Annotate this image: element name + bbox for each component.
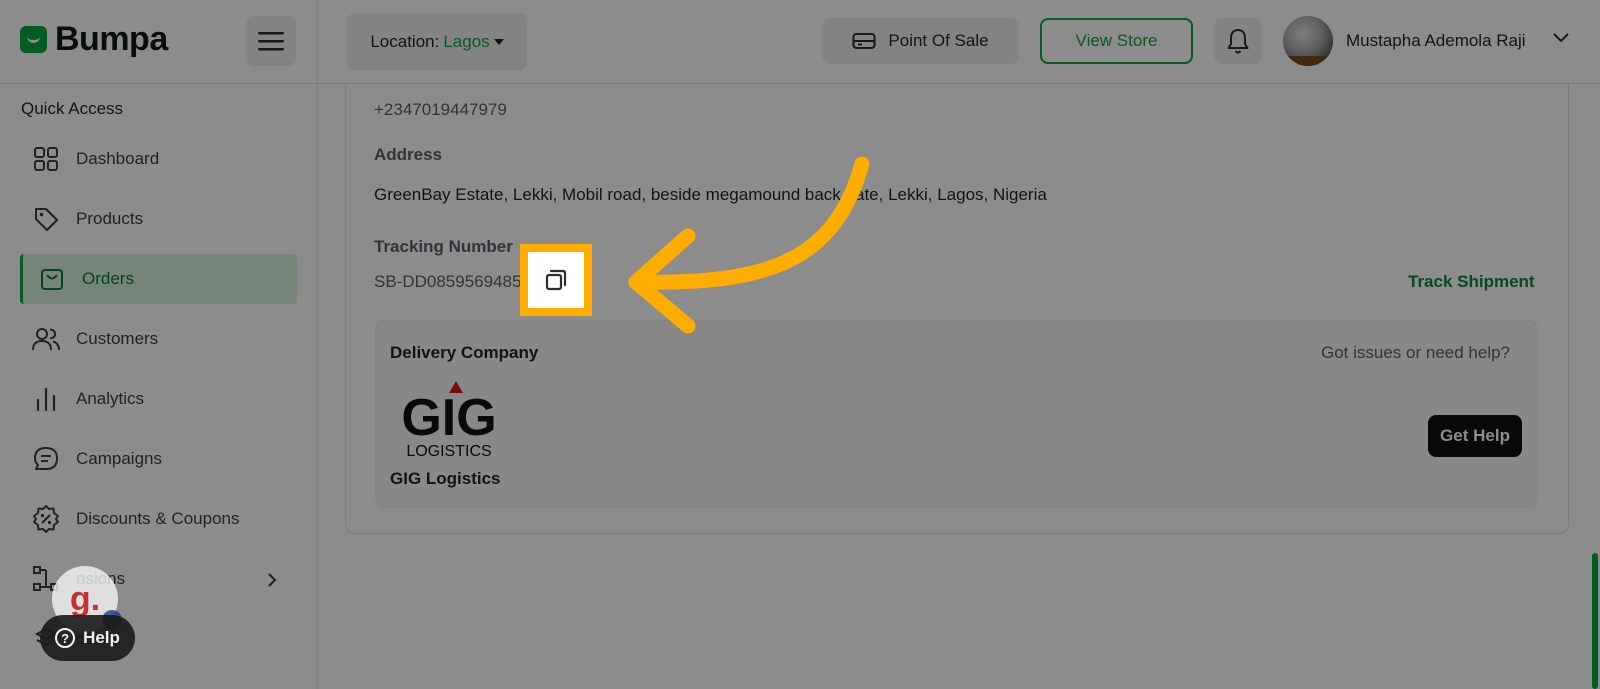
sidebar-item-products[interactable]: Products xyxy=(20,194,297,244)
sidebar-item-label: Customers xyxy=(76,329,159,348)
sidebar-divider xyxy=(317,0,318,689)
view-store-button[interactable]: View Store xyxy=(1040,18,1193,64)
tracking-number-label: Tracking Number xyxy=(374,237,513,256)
sidebar-item-orders[interactable]: Orders xyxy=(20,254,297,304)
sidebar-item-discounts[interactable]: Discounts & Coupons xyxy=(20,494,297,544)
menu-button[interactable] xyxy=(246,16,296,66)
pos-label: Point Of Sale xyxy=(888,31,989,50)
brand-name: Bumpa xyxy=(55,20,168,58)
sidebar-item-label: Campaigns xyxy=(76,449,162,468)
scrollbar-thumb[interactable] xyxy=(1592,553,1598,689)
logo-text-bottom: LOGISTICS xyxy=(406,443,491,459)
discount-icon xyxy=(32,505,60,533)
sidebar-item-customers[interactable]: Customers xyxy=(20,314,297,364)
bag-icon xyxy=(38,265,66,293)
delivery-help-text: Got issues or need help? xyxy=(1321,343,1511,362)
help-button[interactable]: ? Help xyxy=(40,615,135,661)
sidebar-title: Quick Access xyxy=(21,99,124,118)
sidebar-item-analytics[interactable]: Analytics xyxy=(20,374,297,424)
question-icon: ? xyxy=(55,628,76,648)
bar-chart-icon xyxy=(32,385,60,413)
point-of-sale-button[interactable]: Point Of Sale xyxy=(822,18,1019,64)
sidebar-item-label: Products xyxy=(76,209,144,228)
get-help-button[interactable]: Get Help xyxy=(1428,415,1522,457)
grid-icon xyxy=(32,145,60,173)
hamburger-icon xyxy=(258,32,284,51)
gig-logistics-logo: GIG LOGISTICS xyxy=(401,381,497,459)
caret-down-icon xyxy=(493,38,504,45)
chevron-right-icon xyxy=(268,573,277,587)
chevron-down-icon[interactable] xyxy=(1552,32,1570,44)
sidebar-item-label: Analytics xyxy=(76,389,145,408)
tag-icon xyxy=(32,205,60,233)
track-shipment-link[interactable]: Track Shipment xyxy=(1408,272,1535,292)
delivery-company-title: Delivery Company xyxy=(390,343,539,362)
location-label: Location: xyxy=(370,31,440,51)
help-label: Help xyxy=(83,628,120,647)
tracking-number-value: SB-DD0859569485 xyxy=(374,272,522,291)
avatar[interactable] xyxy=(1283,16,1333,66)
pos-terminal-icon xyxy=(852,33,876,49)
users-icon xyxy=(32,325,60,353)
location-value: Lagos xyxy=(443,31,490,51)
customer-phone: +2347019447979 xyxy=(374,100,507,119)
annotation-arrow-icon xyxy=(628,156,870,334)
top-bar: Bumpa Location: Lagos Point Of Sale View… xyxy=(0,0,1600,84)
bag-logo-icon xyxy=(20,26,47,53)
sidebar-item-label: Orders xyxy=(82,269,134,288)
delivery-company-name: GIG Logistics xyxy=(390,469,501,488)
badge-letter: g. xyxy=(69,579,101,618)
brand-logo[interactable]: Bumpa xyxy=(20,20,168,59)
notifications-button[interactable] xyxy=(1214,18,1262,64)
address-label: Address xyxy=(374,145,443,164)
bell-icon xyxy=(1227,29,1249,54)
sidebar-item-label: Discounts & Coupons xyxy=(76,509,240,528)
location-selector[interactable]: Location: Lagos xyxy=(347,13,527,70)
get-help-label: Get Help xyxy=(1440,426,1510,445)
copy-icon xyxy=(545,269,567,291)
copy-tracking-button[interactable] xyxy=(520,244,592,316)
sidebar-item-dashboard[interactable]: Dashboard xyxy=(20,134,297,184)
chat-icon xyxy=(32,445,60,473)
sidebar-item-label: Dashboard xyxy=(76,149,160,168)
sidebar: Quick Access Dashboard Products Orders C… xyxy=(0,84,317,689)
logo-text-top: GIG xyxy=(401,389,496,447)
sidebar-item-campaigns[interactable]: Campaigns xyxy=(20,434,297,484)
view-store-label: View Store xyxy=(1075,31,1158,50)
user-name[interactable]: Mustapha Ademola Raji xyxy=(1346,31,1526,51)
